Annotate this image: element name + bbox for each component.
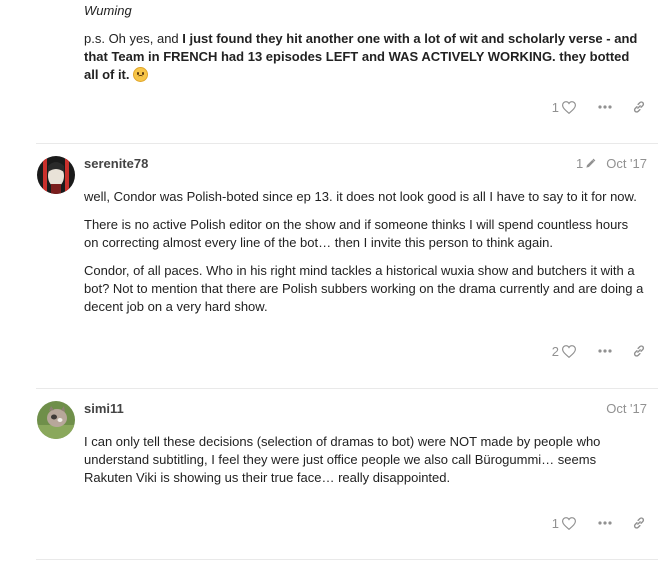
post-body: well, Condor was Polish-boted since ep 1… bbox=[84, 188, 644, 326]
quote-attribution: Wuming bbox=[84, 3, 132, 18]
more-options-icon[interactable] bbox=[598, 349, 612, 353]
post-ps-text: p.s. Oh yes, and I just found they hit a… bbox=[84, 30, 644, 84]
post-paragraph: Condor, of all paces. Who in his right m… bbox=[84, 263, 644, 314]
avatar[interactable] bbox=[37, 156, 75, 194]
like-count: 1 bbox=[551, 515, 559, 531]
post-paragraph: I can only tell these decisions (selecti… bbox=[84, 434, 601, 485]
heart-icon bbox=[562, 344, 576, 358]
username[interactable]: serenite78 bbox=[84, 156, 148, 171]
link-icon[interactable] bbox=[632, 344, 646, 358]
post-meta: 1 Oct '17 bbox=[576, 156, 647, 171]
post-divider bbox=[36, 388, 658, 389]
ps-prefix: p.s. Oh yes, and bbox=[84, 31, 183, 46]
heart-icon bbox=[562, 100, 576, 114]
username[interactable]: simi11 bbox=[84, 401, 124, 416]
post-actions: 1 bbox=[552, 97, 646, 117]
more-options-icon[interactable] bbox=[598, 521, 612, 525]
like-count: 1 bbox=[551, 99, 559, 115]
post-divider bbox=[36, 559, 658, 560]
pencil-icon[interactable] bbox=[585, 158, 596, 169]
link-icon[interactable] bbox=[632, 100, 646, 114]
post-actions: 2 bbox=[552, 341, 646, 361]
topic-stream: Wuming p.s. Oh yes, and I just found the… bbox=[0, 0, 672, 567]
post-body: I can only tell these decisions (selecti… bbox=[84, 433, 644, 497]
post-meta: Oct '17 bbox=[596, 401, 647, 416]
post-paragraph: There is no active Polish editor on the … bbox=[84, 217, 629, 250]
post-actions: 1 bbox=[552, 513, 646, 533]
post-paragraph: well, Condor was Polish-boted since ep 1… bbox=[84, 189, 637, 204]
link-icon[interactable] bbox=[632, 516, 646, 530]
edit-count[interactable]: 1 bbox=[576, 156, 583, 171]
post-date[interactable]: Oct '17 bbox=[606, 156, 647, 171]
avatar[interactable] bbox=[37, 401, 75, 439]
more-options-icon[interactable] bbox=[598, 105, 612, 109]
post-date[interactable]: Oct '17 bbox=[606, 401, 647, 416]
heart-icon bbox=[562, 516, 576, 530]
like-button[interactable]: 1 bbox=[552, 100, 576, 115]
like-button[interactable]: 2 bbox=[552, 344, 576, 359]
frowning-face-emoji-icon bbox=[133, 67, 149, 82]
like-count: 2 bbox=[551, 343, 559, 359]
like-button[interactable]: 1 bbox=[552, 516, 576, 531]
post-divider bbox=[36, 143, 658, 144]
